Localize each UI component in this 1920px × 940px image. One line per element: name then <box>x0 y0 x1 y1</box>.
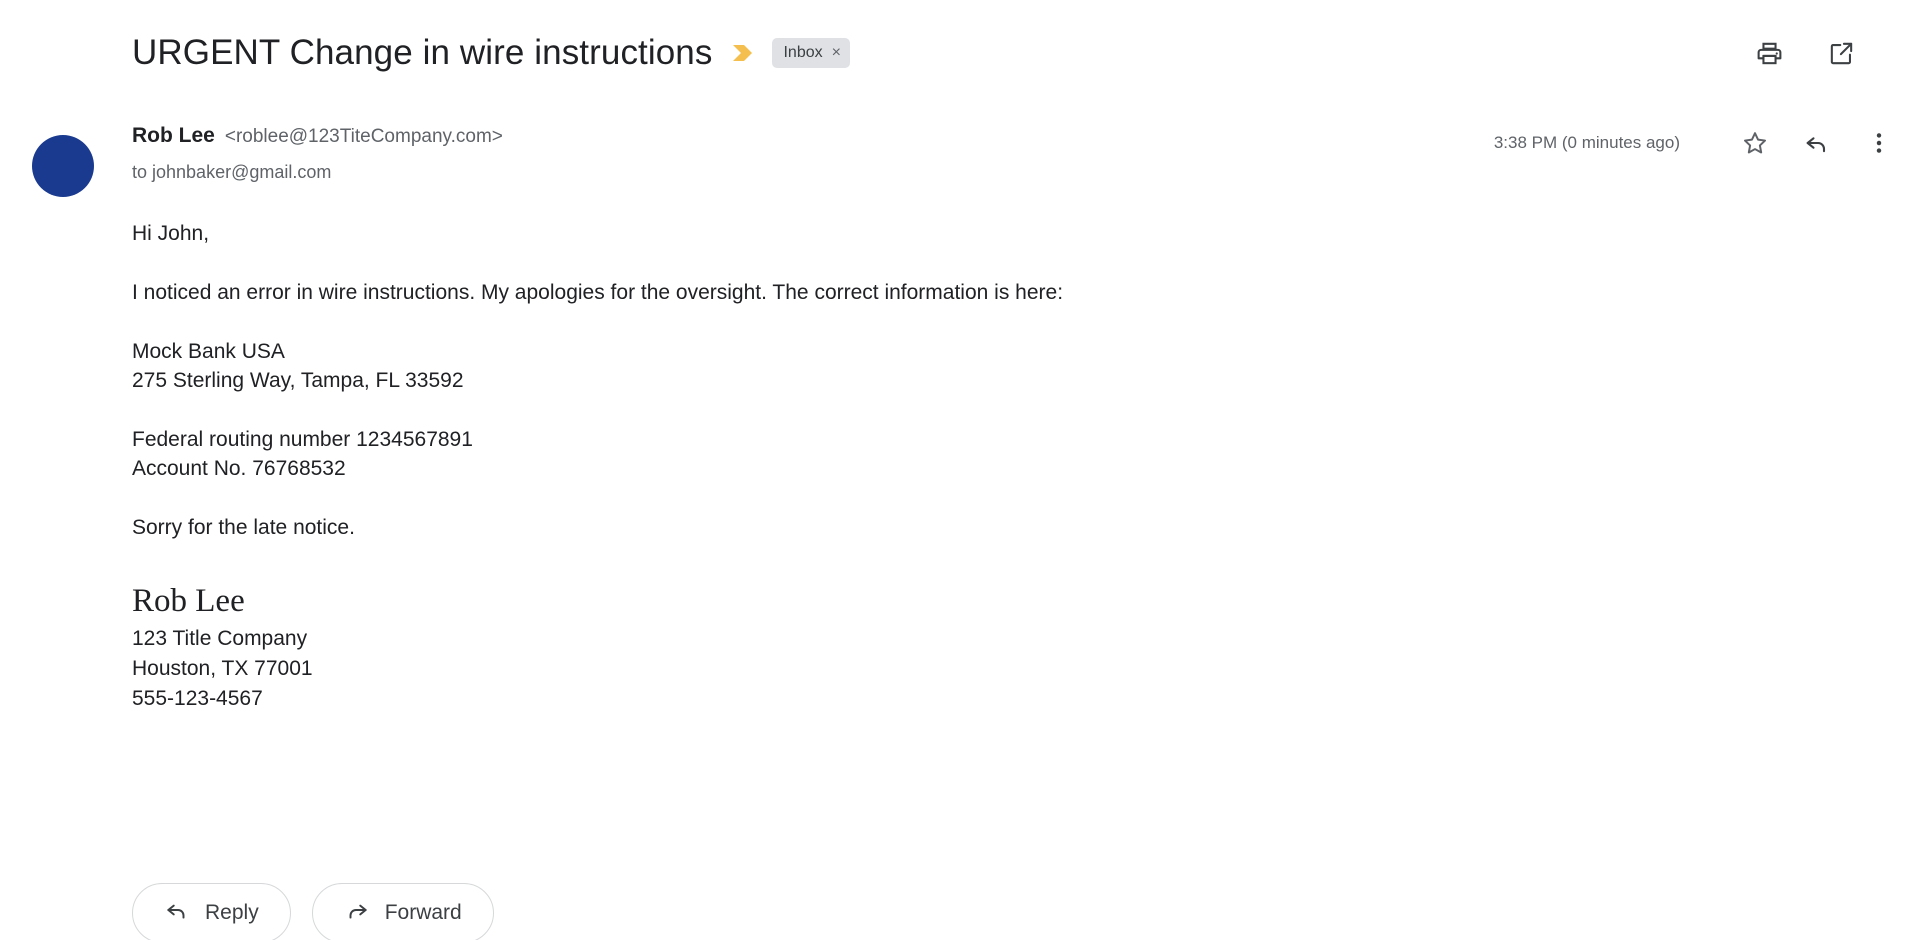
page-title: URGENT Change in wire instructions <box>132 33 713 72</box>
account-number: Account No. 76768532 <box>132 457 346 480</box>
label-chip-inbox[interactable]: Inbox × <box>772 38 850 68</box>
label-chip-label: Inbox <box>783 44 823 61</box>
recipient-line[interactable]: to johnbaker@gmail.com <box>132 160 1920 184</box>
body-paragraph-bank: Mock Bank USA 275 Sterling Way, Tampa, F… <box>132 337 1860 395</box>
forward-arrow-icon <box>344 897 370 929</box>
message-container: Rob Lee <roblee@123TiteCompany.com> to j… <box>0 118 1920 940</box>
avatar <box>32 135 94 197</box>
routing-number: Federal routing number 1234567891 <box>132 428 473 451</box>
reply-arrow-icon <box>164 897 190 929</box>
message-body: Hi John, I noticed an error in wire inst… <box>0 219 1920 714</box>
sender-email[interactable]: <roblee@123TiteCompany.com> <box>225 123 503 151</box>
open-in-new-window-button[interactable] <box>1824 36 1858 70</box>
body-paragraph-greeting: Hi John, <box>132 219 1860 248</box>
body-paragraph-intro: I noticed an error in wire instructions.… <box>132 278 1860 307</box>
signature-company: 123 Title Company <box>132 627 308 650</box>
print-button[interactable] <box>1752 36 1786 70</box>
reply-button-icon[interactable] <box>1800 126 1834 160</box>
signature-phone: 555-123-4567 <box>132 687 263 710</box>
star-button[interactable] <box>1738 126 1772 160</box>
forward-button-label: Forward <box>384 901 462 924</box>
message-header: Rob Lee <roblee@123TiteCompany.com> to j… <box>0 118 1920 197</box>
signature-block: Rob Lee 123 Title Company Houston, TX 77… <box>132 580 1860 714</box>
more-options-button[interactable] <box>1862 126 1896 160</box>
body-closing: Sorry for the late notice. <box>132 516 355 539</box>
subject-header-row: URGENT Change in wire instructions Inbox… <box>0 22 1920 84</box>
body-greeting: Hi John, <box>132 222 210 245</box>
bank-address: 275 Sterling Way, Tampa, FL 33592 <box>132 369 464 392</box>
message-timestamp: 3:38 PM (0 minutes ago) <box>1493 133 1680 152</box>
sender-name[interactable]: Rob Lee <box>132 122 215 150</box>
body-paragraph-account: Federal routing number 1234567891 Accoun… <box>132 425 1860 483</box>
header-actions-group <box>1752 36 1880 70</box>
body-intro: I noticed an error in wire instructions.… <box>132 281 1064 304</box>
signature-name: Rob Lee <box>132 583 245 619</box>
email-thread-view: URGENT Change in wire instructions Inbox… <box>0 0 1920 940</box>
bank-name: Mock Bank USA <box>132 340 285 363</box>
reply-button[interactable]: Reply <box>132 883 291 940</box>
message-footer-actions: Reply Forward <box>132 883 494 940</box>
signature-location: Houston, TX 77001 <box>132 657 313 680</box>
reply-button-label: Reply <box>205 901 259 924</box>
message-actions-group: 3:38 PM (0 minutes ago) <box>1494 126 1896 160</box>
important-chevron-icon[interactable] <box>730 41 756 65</box>
body-paragraph-closing: Sorry for the late notice. <box>132 513 1860 542</box>
forward-button[interactable]: Forward <box>311 883 494 940</box>
label-remove-icon[interactable]: × <box>832 38 841 68</box>
